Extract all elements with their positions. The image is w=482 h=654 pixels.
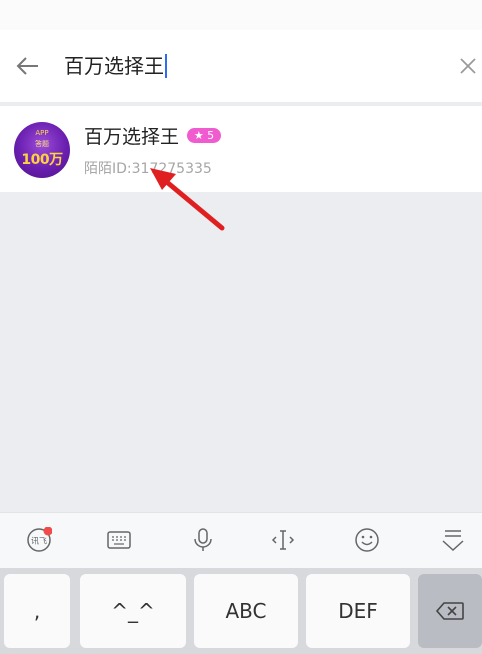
result-name: 百万选择王 — [84, 126, 180, 148]
level-badge: ★ 5 — [187, 128, 221, 143]
input-toolbar: 讯飞 — [0, 512, 482, 569]
emoticon-key[interactable]: ^_^ — [80, 574, 186, 648]
search-result-item[interactable]: APP 答题 100万 百万选择王 ★ 5 陌陌ID:317275335 — [0, 106, 482, 192]
search-query-text: 百万选择王 — [64, 54, 164, 78]
def-key[interactable]: DEF — [306, 574, 410, 648]
abc-key[interactable]: ABC — [194, 574, 298, 648]
comma-key[interactable]: , — [4, 574, 70, 648]
avatar-text-3: 100万 — [21, 152, 63, 168]
text-cursor — [165, 54, 167, 78]
status-bar — [0, 0, 482, 30]
avatar-text-2: 答题 — [35, 140, 49, 148]
cursor-move-icon[interactable] — [258, 513, 306, 569]
close-icon[interactable] — [456, 54, 480, 78]
avatar: APP 答题 100万 — [14, 122, 70, 178]
back-arrow-icon[interactable] — [14, 52, 42, 80]
voice-input-icon[interactable]: 讯飞 — [14, 513, 62, 569]
search-input[interactable]: 百万选择王 — [64, 52, 167, 80]
result-id: 陌陌ID:317275335 — [84, 161, 212, 177]
avatar-text-1: APP — [35, 129, 49, 137]
backspace-key[interactable] — [418, 574, 482, 648]
svg-text:讯飞: 讯飞 — [31, 537, 47, 546]
search-bar: 百万选择王 — [0, 30, 482, 102]
microphone-icon[interactable] — [178, 513, 226, 569]
hide-keyboard-icon[interactable] — [428, 513, 476, 569]
keyboard-icon[interactable] — [94, 513, 142, 569]
keyboard: , ^_^ ABC DEF — [0, 568, 482, 654]
emoji-icon[interactable] — [342, 513, 390, 569]
